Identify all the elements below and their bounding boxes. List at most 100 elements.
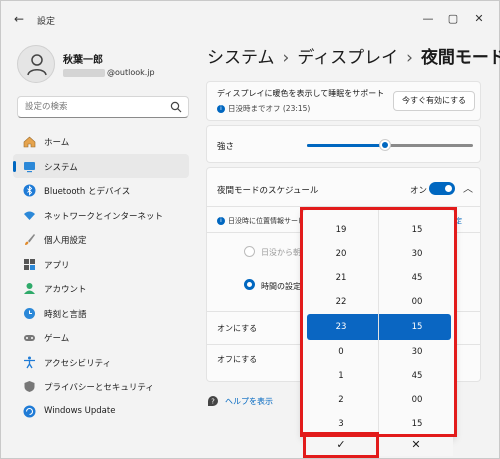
sidebar-item-label: システム (44, 162, 78, 173)
back-arrow-icon[interactable]: ← (11, 11, 27, 27)
maximize-button[interactable]: ▢ (444, 10, 462, 28)
turn-off-time-label: オフにする (217, 355, 258, 364)
app-title: 設定 (37, 17, 56, 27)
search-box[interactable] (17, 96, 189, 118)
confirm-checkmark-button[interactable]: ✓ (304, 434, 378, 456)
help-icon: ? (208, 396, 218, 406)
strength-label: 強さ (217, 142, 235, 152)
breadcrumb: システム › ディスプレイ › 夜間モード (207, 43, 500, 68)
brush-icon (25, 234, 35, 245)
gamepad-icon (24, 335, 35, 341)
settings-window: ← 設定 — ▢ ✕ 秋葉一郎 @outlook.jp ホーム システム (0, 0, 500, 459)
picker-minute-cell[interactable]: 15 (379, 412, 454, 436)
picker-hour-cell[interactable]: 2 (303, 388, 379, 412)
picker-minute-cell[interactable]: 45 (379, 364, 454, 388)
user-email-domain: @outlook.jp (107, 68, 155, 77)
strength-slider-fill (307, 144, 386, 147)
time-picker-flyout: 19 20 21 22 23 0 1 2 3 15 30 45 00 15 30… (302, 209, 455, 437)
strength-card: 強さ (206, 125, 481, 163)
dismiss-close-button[interactable]: ✕ (379, 434, 453, 456)
radio-sunset-label: 日没から朝 (261, 248, 301, 257)
home-icon (23, 136, 36, 148)
sidebar-item-label: ホーム (44, 138, 70, 148)
breadcrumb-system[interactable]: システム (207, 48, 275, 68)
location-settings-link[interactable]: 定 (455, 216, 462, 226)
picker-minute-cell[interactable]: 45 (379, 266, 454, 290)
sidebar-item-label: プライバシーとセキュリティ (44, 383, 154, 393)
picker-hour-selected[interactable]: 23 (303, 315, 379, 339)
picker-minute-cell[interactable]: 15 (379, 218, 454, 242)
sidebar-item-label: アカウント (44, 285, 87, 295)
sidebar-item-label: 時刻と言語 (44, 309, 87, 320)
radio-set-hours-label: 時間の設定 (261, 282, 301, 291)
schedule-toggle[interactable] (429, 182, 455, 195)
sidebar-item-label: アプリ (44, 260, 70, 271)
picker-hour-cell[interactable]: 22 (303, 290, 379, 314)
picker-minute-cell[interactable]: 30 (379, 242, 454, 266)
page-title: 夜間モード (420, 48, 500, 68)
turn-on-time-label: オンにする (217, 324, 258, 333)
sidebar-item-label: ネットワークとインターネット (44, 211, 164, 222)
sidebar-item-apps[interactable]: アプリ (13, 252, 189, 277)
breadcrumb-display[interactable]: ディスプレイ (297, 48, 398, 68)
schedule-toggle-state: オン (410, 186, 428, 196)
sidebar-item-system[interactable]: システム (13, 153, 189, 178)
sidebar-item-label: Bluetooth とデバイス (44, 187, 131, 197)
sidebar-item-personalization[interactable]: 個人用設定 (13, 227, 189, 252)
accessibility-icon (24, 356, 35, 368)
location-note-text: 日没時に位置情報サービ (228, 217, 305, 225)
user-profile[interactable]: 秋葉一郎 @outlook.jp (17, 45, 197, 89)
picker-hour-cell[interactable]: 21 (303, 266, 379, 290)
location-note: i 日没時に位置情報サービ (217, 216, 305, 226)
picker-minute-cell[interactable]: 30 (379, 340, 454, 364)
sidebar-item-home[interactable]: ホーム (13, 129, 189, 154)
picker-hours-column[interactable]: 19 20 21 22 23 0 1 2 3 (303, 210, 379, 436)
picker-hour-cell[interactable]: 0 (303, 340, 379, 364)
breadcrumb-separator: › (406, 48, 413, 68)
sidebar-item-gaming[interactable]: ゲーム (13, 325, 189, 350)
divider (207, 206, 480, 207)
strength-slider[interactable] (307, 139, 473, 151)
night-light-description: ディスプレイに暖色を表示して睡眠をサポート (217, 89, 385, 98)
night-light-status: i 日没時までオフ (23:15) (217, 103, 310, 114)
person-icon (27, 54, 47, 76)
sidebar-item-privacy[interactable]: プライバシーとセキュリティ (13, 374, 189, 399)
wifi-icon (24, 211, 35, 220)
schedule-label: 夜間モードのスケジュール (217, 186, 319, 196)
radio-set-hours[interactable] (244, 279, 255, 290)
update-icon (23, 405, 36, 417)
turn-on-now-button[interactable]: 今すぐ有効にする (393, 91, 475, 111)
account-icon (24, 283, 35, 294)
help-link[interactable]: ヘルプを表示 (225, 396, 273, 407)
avatar (17, 45, 55, 83)
sidebar-item-accessibility[interactable]: アクセシビリティ (13, 350, 189, 375)
strength-slider-thumb[interactable] (379, 139, 392, 151)
sidebar-item-accounts[interactable]: アカウント (13, 276, 189, 301)
email-redaction (63, 68, 105, 77)
picker-minute-selected[interactable]: 15 (379, 315, 454, 339)
info-icon: i (217, 217, 225, 225)
picker-minute-cell[interactable]: 00 (379, 290, 454, 314)
night-light-card: ディスプレイに暖色を表示して睡眠をサポート i 日没時までオフ (23:15) 今… (206, 81, 481, 121)
search-icon[interactable] (170, 101, 182, 113)
picker-hour-cell[interactable]: 1 (303, 364, 379, 388)
picker-hour-cell[interactable]: 20 (303, 242, 379, 266)
picker-hour-cell[interactable]: 3 (303, 412, 379, 436)
bluetooth-icon (23, 184, 36, 197)
sidebar-item-bluetooth[interactable]: Bluetooth とデバイス (13, 178, 189, 203)
minimize-button[interactable]: — (419, 10, 437, 28)
search-input[interactable] (25, 100, 165, 114)
picker-hour-cell[interactable]: 19 (303, 218, 379, 242)
close-button[interactable]: ✕ (470, 10, 488, 28)
clock-globe-icon (24, 307, 35, 319)
shield-icon (24, 381, 35, 392)
apps-icon (24, 258, 35, 270)
title-bar: ← 設定 — ▢ ✕ (1, 1, 500, 37)
sidebar-item-network[interactable]: ネットワークとインターネット (13, 203, 189, 228)
chevron-up-icon[interactable]: ︿ (463, 180, 473, 195)
sidebar-item-time-language[interactable]: 時刻と言語 (13, 301, 189, 326)
picker-minute-cell[interactable]: 00 (379, 388, 454, 412)
sidebar-item-windows-update[interactable]: Windows Update (13, 399, 189, 424)
picker-minutes-column[interactable]: 15 30 45 00 15 30 45 00 15 (379, 210, 454, 436)
radio-sunset[interactable] (244, 246, 255, 257)
